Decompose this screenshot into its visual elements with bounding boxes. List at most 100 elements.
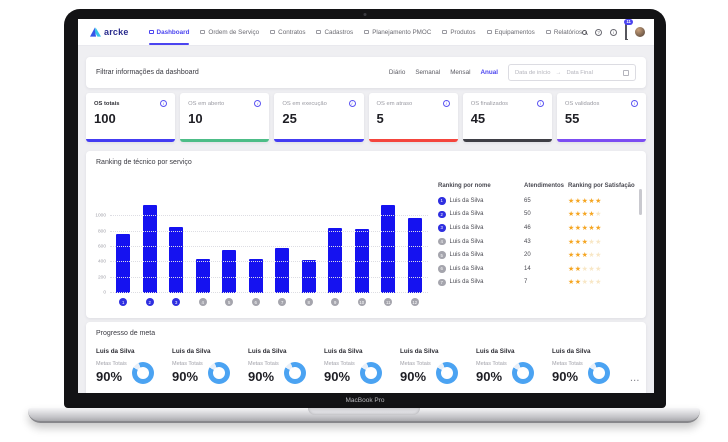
kpi-label: OS em aberto: [188, 101, 224, 107]
table-row[interactable]: 4Luis da Silva43★★★★★: [438, 235, 636, 249]
notifications-button[interactable]: 11: [625, 23, 627, 41]
laptop-base-notch: [308, 408, 420, 415]
help-icon[interactable]: ?: [595, 29, 602, 36]
y-tick-label: 400: [98, 260, 106, 265]
period-mensal[interactable]: Mensal: [450, 69, 470, 76]
user-avatar[interactable]: [635, 27, 645, 37]
x-category-badge: 5: [225, 298, 233, 306]
nav-item-produtos[interactable]: Produtos: [442, 19, 475, 45]
progress-card[interactable]: Luis da SilvaMetas Totais90%: [400, 348, 470, 384]
technician-name: Luis da Silva: [476, 348, 546, 355]
table-row[interactable]: 2Luis da Silva50★★★★★: [438, 208, 636, 222]
rank-badge: 2: [438, 211, 446, 219]
atendimentos-value: 43: [524, 239, 568, 245]
rank-badge: 3: [438, 224, 446, 232]
date-start-placeholder: Data de início: [515, 70, 550, 76]
gridline: [110, 261, 428, 262]
kpi-card-os-validados[interactable]: OS validadosi55: [557, 93, 646, 142]
date-range-input[interactable]: Data de início → Data Final: [508, 64, 636, 81]
info-icon[interactable]: i: [160, 100, 167, 107]
y-tick-label: 600: [98, 245, 106, 250]
products-icon: [442, 30, 447, 35]
goal-progress-panel: Progresso de meta Luis da SilvaMetas Tot…: [86, 322, 646, 393]
chart-bar[interactable]: [408, 218, 422, 293]
table-row[interactable]: 6Luis da Silva14★★★★★: [438, 262, 636, 276]
info-icon[interactable]: i: [349, 100, 356, 107]
nav-item-contratos[interactable]: Contratos: [270, 19, 305, 45]
star-icon: ★: [568, 211, 575, 218]
table-row[interactable]: 7Luis da Silva7★★★★★: [438, 276, 636, 290]
kpi-card-os-em-execucao[interactable]: OS em execuçãoi25: [274, 93, 363, 142]
header-ranking-satisfacao: Ranking por Satisfação: [568, 183, 636, 189]
info-icon[interactable]: i: [443, 100, 450, 107]
info-icon[interactable]: i: [631, 100, 638, 107]
equipment-icon: [487, 30, 492, 35]
table-row[interactable]: 1Luis da Silva65★★★★★: [438, 194, 636, 208]
chart-bar[interactable]: [381, 205, 395, 293]
ranking-table-body: 1Luis da Silva65★★★★★2Luis da Silva50★★★…: [438, 194, 636, 289]
star-icon: ★: [575, 198, 582, 205]
period-selector: Diário Semanal Mensal Anual: [389, 69, 498, 76]
metric-value: 90%: [324, 369, 355, 384]
chart-bar[interactable]: [169, 227, 183, 293]
y-tick-label: 1000: [95, 214, 106, 219]
kpi-accent-bar: [557, 139, 646, 142]
period-semanal[interactable]: Semanal: [415, 69, 440, 76]
logo-triangle-icon: [90, 27, 101, 37]
y-tick-label: 800: [98, 229, 106, 234]
nav-item-relatorios[interactable]: Relatórios: [546, 19, 582, 45]
nav-item-planejamento-pmoc[interactable]: Planejamento PMOC: [364, 19, 431, 45]
nav-item-label: Contratos: [278, 29, 305, 36]
kpi-card-os-em-atraso[interactable]: OS em atrasoi5: [369, 93, 458, 142]
table-row[interactable]: 5Luis da Silva20★★★★★: [438, 248, 636, 262]
metric-value: 90%: [96, 369, 127, 384]
nav-item-cadastros[interactable]: Cadastros: [316, 19, 353, 45]
brand-logo[interactable]: arcke: [90, 19, 129, 45]
chart-bar[interactable]: [116, 234, 130, 293]
technician-name: Luis da Silva: [400, 348, 470, 355]
progress-donut-chart: [360, 362, 382, 384]
progress-donut-chart: [436, 362, 458, 384]
period-diario[interactable]: Diário: [389, 69, 405, 76]
progress-card[interactable]: Luis da SilvaMetas Totais90%: [476, 348, 546, 384]
progress-card[interactable]: Luis da SilvaMetas Totais90%: [172, 348, 242, 384]
table-scrollbar[interactable]: [639, 189, 642, 215]
search-icon[interactable]: [582, 30, 587, 35]
metric-value: 90%: [476, 369, 507, 384]
progress-card[interactable]: Luis da SilvaMetas Totais90%: [552, 348, 622, 384]
nav-item-ordem-de-servico[interactable]: Ordem de Serviço: [200, 19, 259, 45]
progress-card[interactable]: Luis da SilvaMetas Totais90%: [324, 348, 394, 384]
x-category-badge: 6: [252, 298, 260, 306]
top-navbar: arcke Dashboard Ordem de Serviço Contratos…: [78, 19, 654, 46]
nav-item-label: Ordem de Serviço: [208, 29, 259, 36]
info-icon[interactable]: i: [537, 100, 544, 107]
metric-label: Metas Totais: [400, 361, 431, 367]
period-anual[interactable]: Anual: [481, 69, 499, 76]
header-atendimentos: Atendimentos: [524, 183, 568, 189]
technician-name: Luis da Silva: [450, 198, 484, 204]
chart-bar[interactable]: [275, 248, 289, 293]
kpi-value: 10: [188, 111, 261, 126]
chart-bar[interactable]: [222, 250, 236, 293]
atendimentos-value: 20: [524, 252, 568, 258]
more-indicator[interactable]: ...: [630, 374, 640, 383]
nav-item-equipamentos[interactable]: Equipamentos: [487, 19, 535, 45]
kpi-card-os-finalizados[interactable]: OS finalizadosi45: [463, 93, 552, 142]
info-icon[interactable]: i: [254, 100, 261, 107]
webcam-icon: [364, 13, 367, 16]
device-label: MacBook Pro: [64, 394, 666, 408]
metric-value: 90%: [172, 369, 203, 384]
table-row[interactable]: 3Luis da Silva46★★★★★: [438, 221, 636, 235]
nav-item-dashboard[interactable]: Dashboard: [149, 19, 190, 45]
nav-item-label: Planejamento PMOC: [372, 29, 431, 36]
kpi-card-os-totais[interactable]: OS totaisi100: [86, 93, 175, 142]
nav-item-label: Relatórios: [554, 29, 582, 36]
support-icon[interactable]: i: [610, 29, 617, 36]
kpi-card-os-em-aberto[interactable]: OS em aberto i 10: [180, 93, 269, 142]
progress-donut-chart: [512, 362, 534, 384]
progress-title: Progresso de meta: [96, 330, 155, 337]
progress-card[interactable]: Luis da SilvaMetas Totais90%: [248, 348, 318, 384]
chart-bar[interactable]: [143, 205, 157, 293]
progress-card[interactable]: Luis da SilvaMetas Totais90%: [96, 348, 166, 384]
x-category-badge: 12: [411, 298, 419, 306]
